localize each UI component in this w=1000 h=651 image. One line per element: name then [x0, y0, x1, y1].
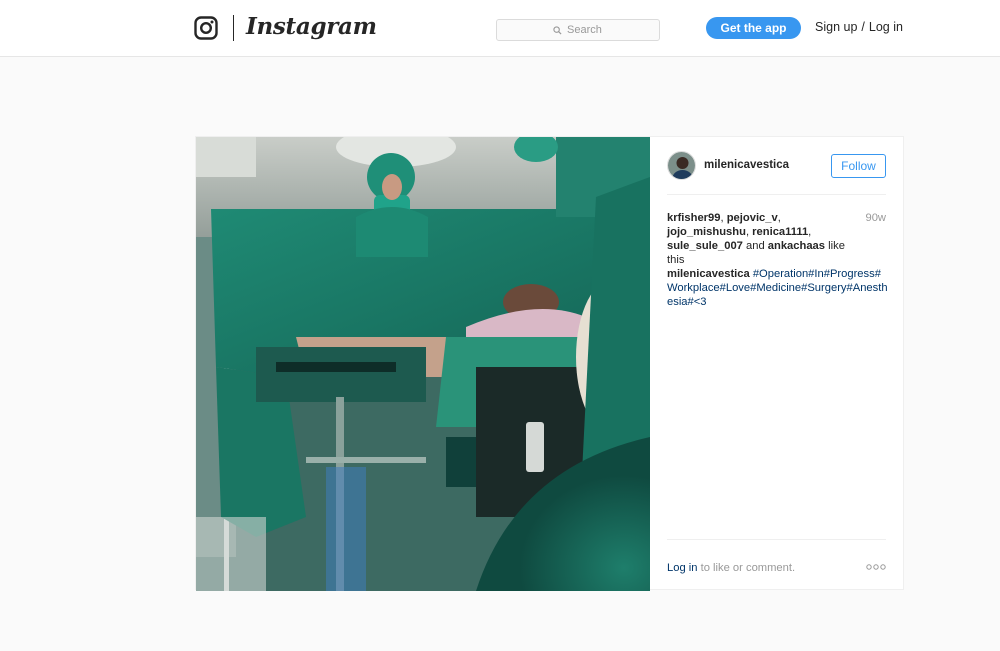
search-icon [553, 25, 562, 35]
logo-divider [233, 15, 234, 41]
liker-username[interactable]: jojo_mishushu [667, 226, 746, 238]
search-input[interactable] [567, 24, 603, 36]
post-footer: Log in to like or comment. [667, 539, 886, 579]
liker-username[interactable]: sule_sule_007 [667, 240, 743, 252]
search-box[interactable] [496, 19, 660, 41]
post-card: milenicavestica Follow 90w krfisher99, p… [195, 136, 905, 591]
more-options-icon[interactable] [866, 562, 886, 572]
auth-links: Sign up / Log in [815, 20, 903, 34]
sign-up-link[interactable]: Sign up [815, 20, 857, 34]
avatar[interactable] [667, 151, 696, 180]
instagram-camera-icon[interactable] [194, 16, 218, 40]
post-header: milenicavestica Follow [667, 151, 886, 195]
footer-prompt-text: to like or comment. [700, 562, 796, 574]
liker-username[interactable]: pejovic_v [727, 212, 778, 224]
get-the-app-button[interactable]: Get the app [706, 17, 801, 39]
caption-username[interactable]: milenicavestica [667, 268, 750, 280]
liker-username[interactable]: krfisher99 [667, 212, 721, 224]
liker-username[interactable]: renica1111 [752, 226, 808, 238]
log-in-link[interactable]: Log in [869, 20, 903, 34]
footer-log-in-link[interactable]: Log in [667, 562, 697, 574]
liker-username[interactable]: ankachaas [768, 240, 825, 252]
likes-and-word: and [746, 240, 765, 252]
post-sidebar: milenicavestica Follow 90w krfisher99, p… [650, 137, 905, 591]
top-navigation-bar: Instagram Get the app Sign up / Log in [0, 0, 1000, 57]
post-author-username[interactable]: milenicavestica [704, 159, 789, 171]
instagram-wordmark[interactable]: Instagram [246, 13, 377, 40]
post-photo[interactable] [196, 137, 650, 591]
login-prompt: Log in to like or comment. [667, 562, 795, 574]
follow-button[interactable]: Follow [831, 154, 886, 178]
auth-separator: / [861, 20, 865, 34]
post-caption: milenicavestica #Operation#In#Progress#W… [667, 267, 889, 309]
operating-room-photo [196, 137, 650, 591]
likes-summary: 90w krfisher99, pejovic_v, jojo_mishushu… [667, 212, 886, 266]
post-age: 90w [865, 212, 886, 224]
